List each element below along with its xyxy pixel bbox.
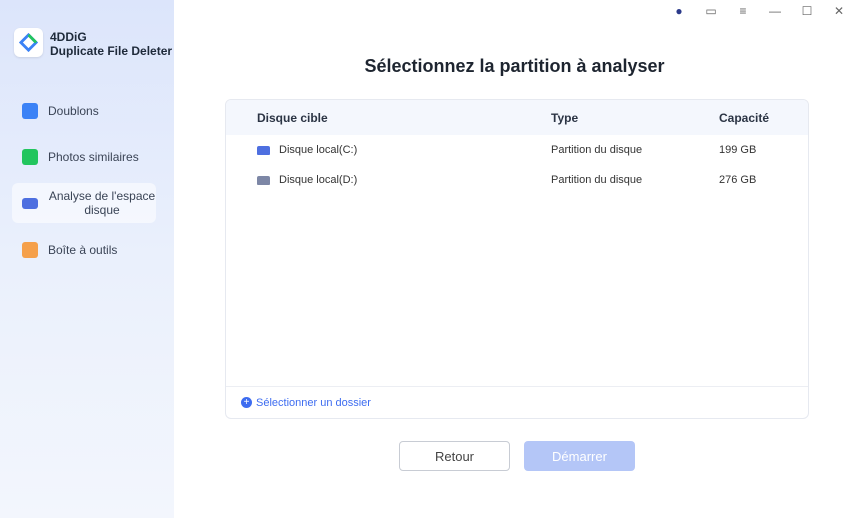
sidebar-item-disk-analysis[interactable]: Analyse de l'espace disque [12,183,156,223]
disk-capacity: 276 GB [719,174,808,186]
disk-icon [257,176,270,185]
select-folder-link[interactable]: + Sélectionner un dossier [226,386,808,418]
close-icon[interactable]: ✕ [823,4,855,18]
disk-name: Disque local(D:) [279,174,357,186]
disk-type: Partition du disque [551,144,719,156]
window-controls: ● ▭ ≡ — ☐ ✕ [663,4,855,18]
page-title: Sélectionnez la partition à analyser [174,56,855,77]
document-icon [22,103,38,119]
back-button[interactable]: Retour [399,441,510,471]
column-header: Capacité [719,111,808,125]
start-button[interactable]: Démarrer [524,441,635,471]
disk-icon [257,146,270,155]
sidebar-item-toolbox[interactable]: Boîte à outils [12,230,156,270]
app-logo [14,28,43,57]
disk-type: Partition du disque [551,174,719,186]
table-row[interactable]: Disque local(C:) Partition du disque 199… [226,135,808,165]
partition-table: Disque cible Type Capacité Disque local(… [225,99,809,419]
sidebar-item-label: Doublons [48,104,99,118]
minimize-icon[interactable]: — [759,4,791,18]
sidebar-item-label: Analyse de l'espace disque [48,189,156,217]
app-title: 4DDiGDuplicate File Deleter [50,30,172,58]
feedback-icon[interactable]: ▭ [695,4,727,18]
sidebar-item-label: Boîte à outils [48,243,117,257]
disk-icon [22,198,38,209]
maximize-icon[interactable]: ☐ [791,4,823,18]
table-header: Disque cible Type Capacité [226,100,808,135]
plus-icon: + [241,397,252,408]
sidebar-item-doublons[interactable]: Doublons [12,91,156,131]
menu-icon[interactable]: ≡ [727,4,759,18]
disk-capacity: 199 GB [719,144,808,156]
sidebar-item-photos[interactable]: Photos similaires [12,137,156,177]
sidebar-item-label: Photos similaires [48,150,139,164]
toolbox-icon [22,242,38,258]
table-row[interactable]: Disque local(D:) Partition du disque 276… [226,165,808,195]
sidebar: 4DDiGDuplicate File Deleter Doublons Pho… [0,0,174,518]
photo-icon [22,149,38,165]
disk-name: Disque local(C:) [279,144,357,156]
column-header: Type [551,111,719,125]
column-header: Disque cible [226,111,551,125]
select-folder-label: Sélectionner un dossier [256,397,371,409]
assistant-icon[interactable]: ● [663,4,695,18]
